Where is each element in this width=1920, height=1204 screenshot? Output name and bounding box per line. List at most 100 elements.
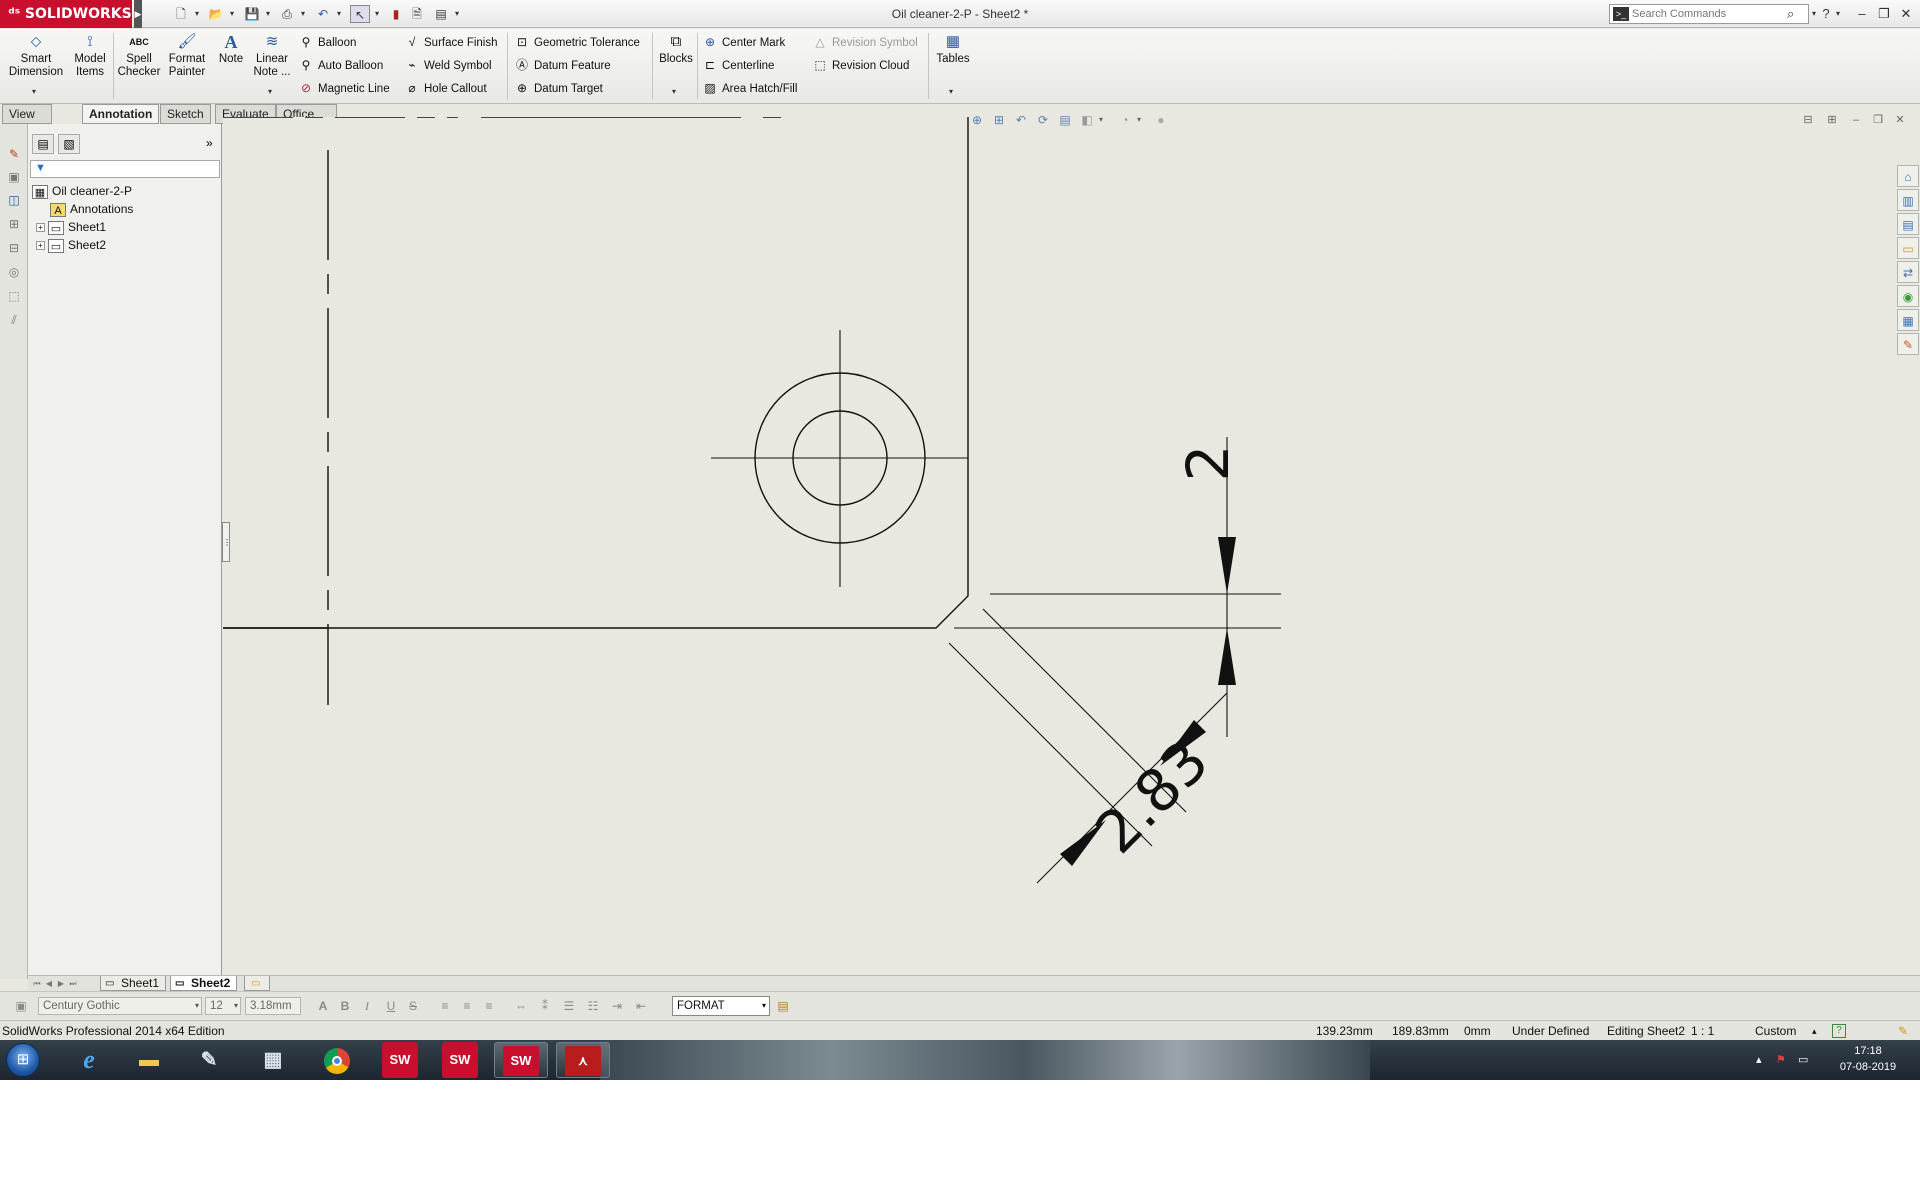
bold-icon[interactable]: B (336, 997, 354, 1015)
bullets-icon[interactable]: ☰ (560, 997, 578, 1015)
file-explorer-icon[interactable]: ▤ (1897, 213, 1919, 235)
font-size-select[interactable]: 12 ▾ (205, 997, 241, 1015)
paint-icon[interactable]: ✎ (182, 1042, 236, 1078)
units-arrow-icon[interactable]: ▴ (1812, 1021, 1817, 1041)
hide-show-dropdown-icon[interactable]: ▾ (1134, 111, 1144, 129)
align-center-icon[interactable]: ≡ (458, 997, 476, 1015)
model-view-icon[interactable]: ◫ (6, 192, 22, 208)
options-dropdown-icon[interactable]: ▾ (452, 5, 462, 23)
model-items-button[interactable]: ⟟ Model Items (70, 33, 110, 79)
start-button[interactable]: ⊞ (6, 1043, 40, 1077)
solidworks-icon[interactable]: SW (442, 1042, 478, 1078)
tables-dropdown-icon[interactable]: ▾ (949, 87, 953, 96)
weld-symbol-button[interactable]: ⌁ Weld Symbol (404, 55, 491, 75)
help-dropdown-icon[interactable]: ▾ (1833, 4, 1843, 24)
tile-vertical-icon[interactable]: ⊞ (1823, 111, 1841, 129)
magnetic-line-button[interactable]: ⊘ Magnetic Line (298, 78, 390, 98)
sheet-format-icon[interactable]: ▣ (6, 169, 22, 185)
restore-icon[interactable]: ❐ (1874, 4, 1894, 24)
tables-button[interactable]: ▦ Tables (932, 33, 974, 66)
indent-icon[interactable]: ⇥ (608, 997, 626, 1015)
centerline-button[interactable]: ⊏ Centerline (702, 55, 774, 75)
expand-icon[interactable]: + (36, 223, 45, 233)
font-select[interactable]: Century Gothic ▾ (38, 997, 202, 1015)
hole-callout-button[interactable]: ⌀ Hole Callout (404, 78, 486, 98)
add-sheet-button[interactable]: ▭ (244, 976, 270, 991)
geometric-tolerance-button[interactable]: ⊡ Geometric Tolerance (514, 32, 640, 52)
expand-icon[interactable]: + (36, 241, 45, 251)
clock[interactable]: 17:18 07-08-2019 (1826, 1043, 1910, 1075)
undo-icon[interactable]: ↶ (314, 5, 332, 23)
property-tab-icon[interactable]: ▧ (58, 134, 80, 154)
appearances-icon[interactable]: ◉ (1897, 285, 1919, 307)
save-dropdown-icon[interactable]: ▾ (263, 5, 273, 23)
zoom-to-fit-icon[interactable]: ⊕ (968, 111, 986, 129)
blocks-dropdown-icon[interactable]: ▾ (672, 87, 676, 96)
datum-target-button[interactable]: ⊕ Datum Target (514, 78, 603, 98)
edit-sheet-icon[interactable]: ✎ (6, 146, 22, 162)
surface-finish-button[interactable]: √ Surface Finish (404, 32, 498, 52)
next-sheet-icon[interactable]: ▶ (56, 977, 66, 990)
save-icon[interactable]: 💾 (243, 5, 261, 23)
solidworks-icon[interactable]: SW (382, 1042, 418, 1078)
file-explorer-icon[interactable]: ▬ (122, 1042, 176, 1078)
broken-view-icon[interactable]: ⫽ (6, 312, 22, 328)
network-icon[interactable]: ▭ (1798, 1040, 1808, 1080)
tab-view-layout[interactable]: View Layout (2, 104, 53, 139)
zoom-to-area-icon[interactable]: ⊞ (990, 111, 1008, 129)
sheet-scale[interactable]: 1 : 1 (1691, 1021, 1714, 1041)
new-dropdown-icon[interactable]: ▾ (192, 5, 202, 23)
outdent-icon[interactable]: ⇤ (632, 997, 650, 1015)
forum-icon[interactable]: ✎ (1897, 333, 1919, 355)
linear-note-dropdown-icon[interactable]: ▾ (268, 87, 272, 96)
rebuild-status-icon[interactable]: ✎ (1898, 1021, 1908, 1041)
spell-checker-button[interactable]: ABC Spell Checker (116, 33, 162, 79)
solidworks-logo[interactable]: ᵈˢ SOLIDWORKS (0, 0, 132, 28)
search-input[interactable] (1632, 6, 1782, 22)
note-button[interactable]: A Note (214, 33, 248, 66)
show-hidden-icons[interactable]: ▴ (1756, 1040, 1762, 1080)
view-settings-icon[interactable]: ● (1152, 111, 1170, 129)
align-right-icon[interactable]: ≡ (480, 997, 498, 1015)
print-dropdown-icon[interactable]: ▾ (298, 5, 308, 23)
smart-dimension-button[interactable]: ⬦ Smart Dimension (4, 33, 68, 79)
solidworks-active-icon[interactable]: SW (494, 1042, 548, 1078)
tree-root[interactable]: ▦ Oil cleaner-2-P (32, 182, 132, 200)
previous-sheet-icon[interactable]: ◀ (44, 977, 54, 990)
search-commands[interactable]: >_ ⌕ (1609, 4, 1809, 24)
search-icon[interactable]: ⌕ (1787, 6, 1794, 22)
sheet-tab-sheet2[interactable]: ▭ Sheet2 (170, 976, 238, 991)
print-icon[interactable]: ⎙ (278, 5, 296, 23)
area-hatch-button[interactable]: ▨ Area Hatch/Fill (702, 78, 797, 98)
close-icon[interactable]: ✕ (1896, 4, 1916, 24)
tree-item-sheet1[interactable]: + ▭ Sheet1 (36, 218, 106, 236)
tree-item-sheet2[interactable]: + ▭ Sheet2 (36, 236, 106, 254)
center-mark-button[interactable]: ⊕ Center Mark (702, 32, 785, 52)
linear-note-button[interactable]: ≋ Linear Note ... (250, 33, 294, 79)
quick-tips-icon[interactable]: ? (1832, 1024, 1846, 1038)
options-icon[interactable]: ▤ (432, 5, 450, 23)
layer-properties-icon[interactable]: ▤ (774, 997, 792, 1015)
doc-restore-icon[interactable]: ❐ (1869, 111, 1887, 129)
calculator-icon[interactable]: ▦ (246, 1042, 300, 1078)
sheet-tab-sheet1[interactable]: ▭ Sheet1 (100, 976, 167, 991)
numbering-icon[interactable]: ☷ (584, 997, 602, 1015)
open-folder-icon[interactable]: 📂 (207, 5, 225, 23)
chrome-icon[interactable] (310, 1042, 364, 1078)
menu-arrow-icon[interactable]: ▶ (134, 0, 142, 28)
auto-balloon-button[interactable]: ⚲ Auto Balloon (298, 55, 384, 75)
drawing-sheet[interactable]: 2 2.83 (223, 117, 1920, 979)
undo-dropdown-icon[interactable]: ▾ (334, 5, 344, 23)
layer-select[interactable]: FORMAT ▾ (672, 996, 770, 1016)
smart-dimension-dropdown-icon[interactable]: ▾ (32, 87, 36, 96)
doc-minimize-icon[interactable]: – (1847, 111, 1865, 129)
last-sheet-icon[interactable]: ⏭ (68, 977, 78, 990)
drawing-area[interactable]: 2 2.83 (223, 117, 1920, 979)
first-sheet-icon[interactable]: ⏮ (32, 977, 42, 990)
open-dropdown-icon[interactable]: ▾ (227, 5, 237, 23)
select-dropdown-icon[interactable]: ▾ (372, 5, 382, 23)
revision-symbol-button[interactable]: △ Revision Symbol (812, 32, 917, 52)
custom-properties-icon[interactable]: ▦ (1897, 309, 1919, 331)
select-pointer-icon[interactable]: ↖ (350, 5, 370, 23)
view-palette-icon[interactable]: ⇄ (1897, 261, 1919, 283)
